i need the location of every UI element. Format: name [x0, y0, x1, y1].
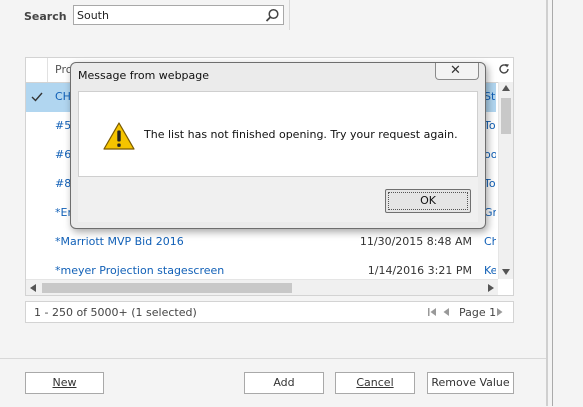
- ok-button[interactable]: OK: [385, 189, 471, 213]
- message-dialog: Message from webpage ✕ The list has not …: [70, 62, 486, 229]
- scroll-down-icon[interactable]: [502, 269, 510, 275]
- horizontal-scrollbar[interactable]: [26, 279, 498, 295]
- search-input[interactable]: [77, 7, 257, 23]
- close-icon: ✕: [450, 63, 461, 78]
- vertical-scroll-thumb[interactable]: [501, 98, 511, 134]
- add-button-label: Add: [273, 376, 295, 389]
- row-name-link[interactable]: *Marriott MVP Bid 2016: [55, 235, 184, 248]
- dialog-title: Message from webpage: [78, 69, 210, 82]
- row-date: 1/14/2016 3:21 PM: [367, 264, 472, 277]
- cancel-button-label: Cancel: [356, 376, 394, 389]
- dialog-close-button[interactable]: ✕: [435, 63, 479, 80]
- search-separator: [289, 0, 290, 30]
- scroll-right-icon[interactable]: [488, 284, 494, 292]
- page-border-outer: [552, 0, 553, 406]
- row-name-link[interactable]: #5: [55, 119, 71, 132]
- refresh-icon[interactable]: [498, 63, 510, 75]
- new-button[interactable]: New: [25, 372, 104, 394]
- page-number: Page 1: [459, 306, 497, 319]
- record-count: 1 - 250 of 5000+ (1 selected): [34, 306, 197, 319]
- row-date: 11/30/2015 8:48 AM: [359, 235, 472, 248]
- checkmark-icon[interactable]: [31, 91, 43, 103]
- grid-status-bar: 1 - 250 of 5000+ (1 selected) Page 1: [25, 301, 514, 323]
- add-button[interactable]: Add: [244, 372, 324, 394]
- search-box[interactable]: [73, 5, 284, 25]
- dialog-message: The list has not finished opening. Try y…: [144, 128, 458, 141]
- remove-value-button[interactable]: Remove Value: [427, 372, 514, 394]
- select-all-column[interactable]: [26, 58, 48, 82]
- row-name-link[interactable]: #8: [55, 177, 71, 190]
- dialog-body: The list has not finished opening. Try y…: [78, 91, 478, 177]
- row-owner[interactable]: Ch: [484, 235, 496, 248]
- footer-bar: New Add Cancel Remove Value: [0, 358, 546, 407]
- new-button-label: New: [52, 376, 77, 389]
- row-name-link[interactable]: #6: [55, 148, 71, 161]
- previous-page-icon[interactable]: [441, 306, 451, 318]
- vertical-scrollbar[interactable]: [498, 82, 513, 279]
- search-label: Search: [24, 10, 67, 23]
- horizontal-scroll-thumb[interactable]: [42, 283, 292, 293]
- table-row[interactable]: *Marriott MVP Bid 2016 11/30/2015 8:48 A…: [26, 228, 496, 257]
- page-border: [546, 0, 548, 406]
- row-name-link[interactable]: CH: [55, 90, 71, 103]
- row-name-link[interactable]: *meyer Projection stagescreen: [55, 264, 224, 277]
- search-icon[interactable]: [265, 8, 280, 23]
- remove-value-button-label: Remove Value: [431, 376, 510, 389]
- next-page-icon[interactable]: [495, 306, 505, 318]
- cancel-button[interactable]: Cancel: [335, 372, 415, 394]
- first-page-icon[interactable]: [427, 306, 437, 318]
- pager: Page 1: [427, 305, 503, 321]
- scroll-up-icon[interactable]: [502, 85, 510, 91]
- row-owner[interactable]: Ke: [484, 264, 496, 277]
- warning-icon: [103, 122, 135, 150]
- scroll-left-icon[interactable]: [30, 284, 36, 292]
